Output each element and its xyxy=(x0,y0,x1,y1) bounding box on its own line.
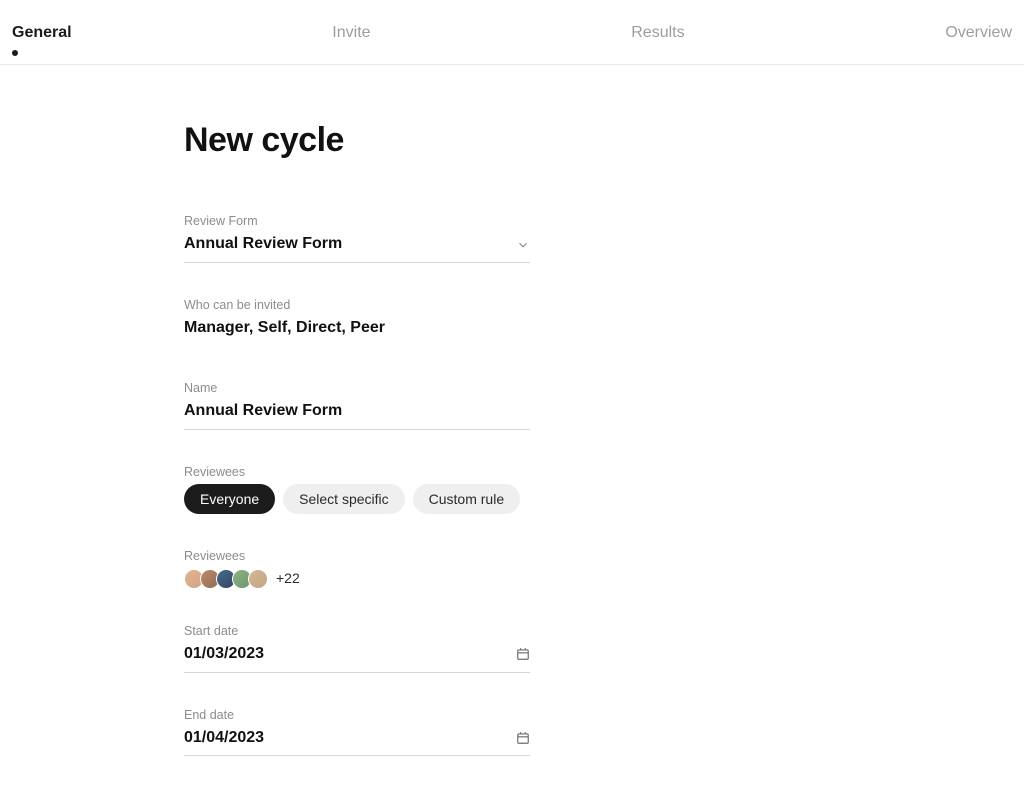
field-reviewees-list: Reviewees +22 xyxy=(184,548,840,589)
end-date-input[interactable]: 01/04/2023 xyxy=(184,727,530,756)
reviewees-more-count: +22 xyxy=(276,569,300,589)
field-name: Name Annual Review Form xyxy=(184,380,840,430)
review-form-select[interactable]: Annual Review Form xyxy=(184,233,530,262)
pill-label: Everyone xyxy=(200,491,259,507)
calendar-icon xyxy=(516,731,530,745)
end-date-value: 01/04/2023 xyxy=(184,727,264,749)
step-invite[interactable]: Invite xyxy=(332,22,370,54)
chevron-down-icon xyxy=(516,238,530,252)
field-label: Who can be invited xyxy=(184,297,840,315)
field-who-invited: Who can be invited Manager, Self, Direct… xyxy=(184,297,840,346)
reviewees-avatars[interactable]: +22 xyxy=(184,569,840,589)
field-end-date: End date 01/04/2023 xyxy=(184,707,840,757)
reviewees-mode-options: Everyone Select specific Custom rule xyxy=(184,484,840,514)
step-tabs: General Invite Results Overview xyxy=(0,0,1024,65)
reviewees-option-everyone[interactable]: Everyone xyxy=(184,484,275,514)
step-label: Invite xyxy=(332,24,370,41)
name-input[interactable]: Annual Review Form xyxy=(184,400,530,429)
review-form-value: Annual Review Form xyxy=(184,233,342,255)
reviewees-option-select-specific[interactable]: Select specific xyxy=(283,484,404,514)
reviewees-option-custom-rule[interactable]: Custom rule xyxy=(413,484,520,514)
field-label: Name xyxy=(184,380,840,398)
step-label: General xyxy=(12,24,72,41)
field-label: Start date xyxy=(184,623,840,641)
avatar xyxy=(248,569,268,589)
calendar-icon xyxy=(516,647,530,661)
step-results[interactable]: Results xyxy=(631,22,684,54)
field-reviewees-mode: Reviewees Everyone Select specific Custo… xyxy=(184,464,840,515)
field-review-form: Review Form Annual Review Form xyxy=(184,213,840,263)
field-label: Reviewees xyxy=(184,548,840,566)
field-label: End date xyxy=(184,707,840,725)
name-value: Annual Review Form xyxy=(184,400,342,422)
page-title: New cycle xyxy=(184,117,840,165)
who-invited-value: Manager, Self, Direct, Peer xyxy=(184,317,385,339)
step-label: Results xyxy=(631,24,684,41)
step-general[interactable]: General xyxy=(12,22,72,54)
start-date-input[interactable]: 01/03/2023 xyxy=(184,643,530,672)
field-label: Review Form xyxy=(184,213,840,231)
start-date-value: 01/03/2023 xyxy=(184,643,264,665)
who-invited-value-row: Manager, Self, Direct, Peer xyxy=(184,317,530,345)
pill-label: Custom rule xyxy=(429,491,504,507)
field-start-date: Start date 01/03/2023 xyxy=(184,623,840,673)
pill-label: Select specific xyxy=(299,491,388,507)
step-label: Overview xyxy=(945,24,1012,41)
step-overview[interactable]: Overview xyxy=(945,22,1012,54)
field-label: Reviewees xyxy=(184,464,840,482)
main-form: New cycle Review Form Annual Review Form… xyxy=(184,65,840,796)
